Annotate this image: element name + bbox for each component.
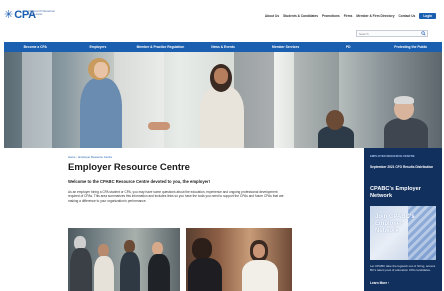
page-subtitle: Welcome to the CPABC Resource Centre dev… bbox=[68, 179, 211, 184]
breadcrumb-current: Employer Resource Centre bbox=[78, 155, 113, 159]
card-person bbox=[70, 248, 92, 291]
sidebar-section-label: EMPLOYER RESOURCE CENTRE bbox=[370, 154, 415, 158]
breadcrumb-home[interactable]: Home bbox=[68, 155, 75, 159]
star-logo-icon: ✳ bbox=[4, 9, 14, 21]
arrow-right-icon: › bbox=[388, 281, 390, 285]
login-button[interactable]: Login bbox=[419, 13, 436, 19]
hero-handshake bbox=[148, 122, 170, 130]
learn-more-label: Learn More bbox=[370, 281, 388, 285]
main-nav: Become a CPA Employers Member & Practice… bbox=[4, 42, 442, 52]
card-person bbox=[94, 256, 114, 291]
utility-link-contact[interactable]: Contact Us bbox=[398, 14, 415, 18]
utility-link-about[interactable]: About Us bbox=[265, 14, 279, 18]
page-title: Employer Resource Centre bbox=[68, 162, 190, 173]
card-person bbox=[148, 254, 170, 291]
feature-image-card[interactable] bbox=[186, 228, 292, 291]
nav-employers[interactable]: Employers bbox=[67, 45, 130, 49]
breadcrumb: Home›Employer Resource Centre bbox=[68, 155, 112, 159]
banner-text: Join CPABC's Employer Network bbox=[375, 214, 415, 235]
hero-person-face bbox=[214, 68, 228, 84]
logo-subtitle: Chartered Professional Accountants bbox=[28, 10, 55, 16]
intro-paragraph: As an employer hiring a CPA student or C… bbox=[68, 190, 284, 203]
card-person bbox=[242, 260, 278, 291]
hero-person-head bbox=[326, 110, 344, 130]
card-person bbox=[188, 258, 222, 291]
sidebar: EMPLOYER RESOURCE CENTRE September 2021 … bbox=[364, 148, 442, 291]
utility-link-firms[interactable]: Firms bbox=[344, 14, 353, 18]
feature-image-card[interactable] bbox=[68, 228, 180, 291]
hero-person-hair bbox=[394, 96, 414, 104]
search-input[interactable]: Search bbox=[356, 30, 428, 37]
top-bar: ✳ CPA Chartered Professional Accountants… bbox=[0, 0, 444, 28]
nav-news-events[interactable]: News & Events bbox=[192, 45, 255, 49]
utility-link-promotions[interactable]: Promotions bbox=[322, 14, 340, 18]
card-person bbox=[253, 244, 265, 258]
nav-become-cpa[interactable]: Become a CPA bbox=[4, 45, 67, 49]
hero-person-face bbox=[94, 62, 108, 78]
search-icon[interactable] bbox=[421, 31, 426, 36]
sidebar-link[interactable]: September 2021 CFO Results Distribution bbox=[370, 165, 434, 170]
card-person bbox=[120, 252, 140, 291]
nav-member-services[interactable]: Member Services bbox=[254, 45, 317, 49]
nav-member-regulation[interactable]: Member & Practice Regulation bbox=[129, 45, 192, 49]
learn-more-link[interactable]: Learn More › bbox=[370, 281, 389, 285]
employer-network-banner[interactable]: Join CPABC's Employer Network bbox=[370, 206, 436, 260]
nav-protecting-public[interactable]: Protecting the Public bbox=[379, 45, 442, 49]
hero-person-body bbox=[200, 86, 244, 148]
hero-person-body bbox=[80, 78, 122, 148]
utility-nav: About Us Students & Candidates Promotion… bbox=[265, 13, 436, 19]
utility-link-directory[interactable]: Member & Firm Directory bbox=[356, 14, 394, 18]
search-row: Search bbox=[0, 28, 444, 41]
hero-window bbox=[22, 52, 52, 148]
sidebar-title: CPABC's Employer Network bbox=[370, 186, 421, 199]
hero-image bbox=[4, 52, 442, 148]
search-placeholder: Search bbox=[359, 32, 369, 36]
card-person bbox=[192, 238, 212, 260]
hero-person-body bbox=[384, 118, 428, 148]
nav-pd[interactable]: PD bbox=[317, 45, 380, 49]
sidebar-description: Let CPABC take the legwork out of hiring… bbox=[370, 264, 436, 272]
utility-link-students[interactable]: Students & Candidates bbox=[283, 14, 318, 18]
